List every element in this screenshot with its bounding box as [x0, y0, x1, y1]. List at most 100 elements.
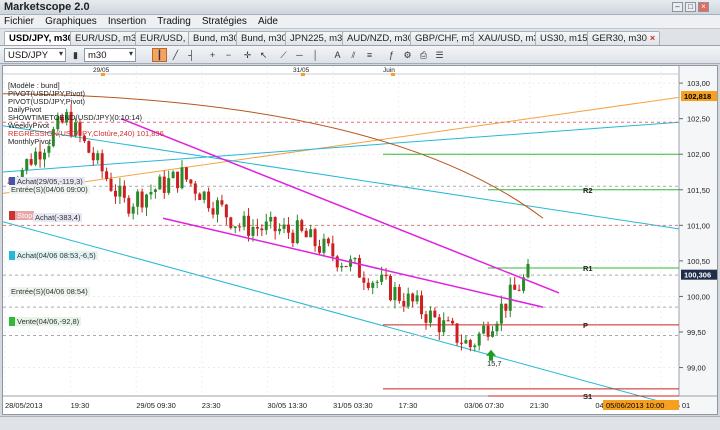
x-tick-label: 28/05/2013 — [5, 401, 43, 410]
candle-body — [282, 224, 286, 229]
menu-trading[interactable]: Trading — [153, 15, 195, 27]
candle-body — [384, 274, 388, 277]
order-label-entree[interactable]: Entrée(S)(04/06 09:00) — [9, 185, 90, 194]
candle-body — [499, 303, 503, 324]
zoom-in-icon[interactable]: + — [205, 48, 220, 62]
date-marker — [101, 73, 105, 76]
pointer-icon[interactable]: ↖ — [256, 48, 271, 62]
timeframe-value: m30 — [88, 50, 107, 61]
order-label-achat-2[interactable]: Achat(-383,4) — [33, 213, 83, 222]
horizontal-line-icon[interactable]: ─ — [292, 48, 307, 62]
candle-body — [109, 178, 113, 191]
candle-body — [304, 230, 308, 238]
trendline-icon[interactable]: ⟋ — [276, 48, 291, 62]
candle-body — [171, 171, 175, 179]
candle-body — [278, 228, 282, 232]
crosshair-icon[interactable]: ✛ — [240, 48, 255, 62]
candle-body — [269, 216, 273, 222]
close-button[interactable]: × — [698, 2, 709, 12]
candle-body — [526, 263, 530, 278]
candle-body — [424, 314, 428, 323]
line-chart-icon[interactable]: ╱ — [168, 48, 183, 62]
candle-body — [455, 323, 459, 343]
candle-body — [273, 216, 277, 232]
candle-body — [220, 200, 224, 205]
order-label-entree-2[interactable]: Entrée(S)(04/06 08:54) — [9, 287, 90, 296]
order-label-achat-3[interactable]: Achat(04/06 08:53,-6,5) — [9, 251, 98, 260]
menu-strategies[interactable]: Stratégies — [198, 15, 251, 27]
candle-body — [513, 284, 517, 290]
chevron-down-icon: ▾ — [58, 49, 63, 58]
tab-label: JPN225, m30 — [290, 33, 348, 44]
candle-body — [184, 167, 188, 180]
app-title: Marketscope 2.0 — [4, 1, 90, 13]
candle-body — [215, 200, 219, 215]
menu-insertion[interactable]: Insertion — [104, 15, 150, 27]
zoom-out-icon[interactable]: − — [221, 48, 236, 62]
close-icon[interactable]: × — [650, 33, 655, 43]
instrument-select[interactable]: USD/JPY ▾ — [4, 48, 66, 62]
candle-body — [473, 345, 477, 348]
properties-icon[interactable]: ☰ — [432, 48, 447, 62]
legend-line: MonthlyPivot — [8, 137, 51, 146]
candle-body — [504, 303, 508, 311]
pivot-label-p: P — [583, 321, 588, 330]
candle-body — [464, 340, 468, 344]
candle-body — [42, 152, 46, 160]
menu-graphiques[interactable]: Graphiques — [41, 15, 101, 27]
tab-label: Bund, m30 — [241, 33, 287, 44]
y-tick-label: 102,00 — [687, 150, 710, 159]
channel-tool-icon[interactable]: ⫽ — [346, 48, 361, 62]
candle-body — [211, 208, 215, 215]
text-tool-icon[interactable]: A — [330, 48, 345, 62]
candle-body — [446, 320, 450, 322]
candle-body — [393, 287, 397, 301]
chart-toolbar: USD/JPY ▾ ▮ m30 ▾ ┃ ╱ ┤ + − ✛ ↖ ⟋ ─ │ A ⫽ … — [0, 46, 720, 64]
candle-body — [158, 176, 162, 190]
candles-icon[interactable]: ┃ — [152, 48, 167, 62]
time-badge-text: 05/06/2013 10:00 — [606, 401, 664, 410]
vertical-line-icon[interactable]: │ — [308, 48, 323, 62]
candle-body — [366, 282, 370, 288]
candle-body — [162, 176, 166, 193]
candle-body — [25, 159, 29, 171]
strategy-icon[interactable]: ⚙ — [400, 48, 415, 62]
minimize-button[interactable]: – — [672, 2, 683, 12]
candle-body — [468, 340, 472, 348]
candle-body — [149, 191, 153, 195]
status-bar — [0, 416, 720, 430]
fibonacci-icon[interactable]: ≡ — [362, 48, 377, 62]
candle-body — [318, 246, 322, 253]
menu-aide[interactable]: Aide — [254, 15, 282, 27]
candle-body — [224, 204, 228, 218]
order-label-stop[interactable]: Stop — [9, 211, 35, 220]
menu-fichier[interactable]: Fichier — [0, 15, 38, 27]
candle-body — [420, 295, 424, 315]
price-badge-current-text: 100,306 — [684, 271, 711, 280]
tab-ger30-m30[interactable]: GER30, m30 × — [587, 31, 661, 45]
y-tick-label: 99,00 — [687, 364, 706, 373]
bar-chart-icon[interactable]: ┤ — [184, 48, 199, 62]
candle-body — [247, 215, 251, 236]
price-chart[interactable]: 103,00 102,50 102,00 101,50 101,00 100,50 100,… — [2, 65, 718, 415]
candle-body — [242, 215, 246, 227]
indicator-icon[interactable]: ƒ — [384, 48, 399, 62]
candle-body — [508, 284, 512, 311]
x-tick-label: 19:30 — [71, 401, 90, 410]
date-marker — [301, 73, 305, 76]
print-icon[interactable]: ⎙ — [416, 48, 431, 62]
chart-tabs: USD/JPY, m30× EUR/USD, m30× EUR/USD, H4×… — [0, 29, 720, 46]
maximize-button[interactable]: □ — [685, 2, 696, 12]
candle-type-icon[interactable]: ▮ — [68, 48, 83, 62]
candle-body — [477, 333, 481, 346]
pivot-label-r1: R1 — [583, 264, 593, 273]
order-label-vente[interactable]: Vente(04/06,-92,8) — [9, 317, 82, 326]
candle-body — [482, 325, 486, 334]
candle-body — [388, 276, 392, 301]
candle-body — [180, 167, 184, 189]
tab-label: EUR/USD, m30 — [75, 33, 142, 44]
timeframe-select[interactable]: m30 ▾ — [84, 48, 136, 62]
candle-body — [344, 266, 348, 268]
x-tick-label: 30/05 13:30 — [267, 401, 307, 410]
candle-body — [397, 287, 401, 301]
